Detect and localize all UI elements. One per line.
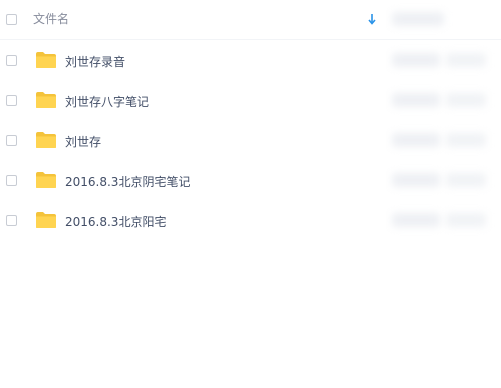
list-item[interactable]: 刘世存录音 — [0, 40, 386, 80]
row-checkbox[interactable] — [6, 94, 17, 106]
folder-icon — [36, 132, 56, 148]
blurred-cell — [446, 133, 486, 147]
blurred-header-label — [392, 12, 444, 26]
blurred-cell — [392, 173, 440, 187]
folder-icon — [36, 172, 56, 188]
file-name[interactable]: 刘世存八字笔记 — [65, 93, 149, 110]
blurred-details-column — [386, 0, 501, 240]
blurred-cell — [392, 53, 440, 67]
blurred-column-header — [386, 0, 501, 40]
folder-icon — [36, 212, 56, 228]
blurred-cell — [392, 213, 440, 227]
folder-icon — [36, 92, 56, 108]
file-list: 文件名 刘世存录音 刘世存八字笔记 刘世存 2016.8.3北京阴宅笔记 201… — [0, 0, 386, 240]
row-checkbox[interactable] — [6, 174, 17, 186]
row-checkbox[interactable] — [6, 214, 17, 226]
list-item[interactable]: 刘世存八字笔记 — [0, 80, 386, 120]
blurred-cell — [446, 53, 486, 67]
folder-icon — [36, 52, 56, 68]
list-item[interactable]: 刘世存 — [0, 120, 386, 160]
blurred-cell — [446, 93, 486, 107]
row-checkbox[interactable] — [6, 54, 17, 66]
blurred-cell — [392, 93, 440, 107]
blurred-cell — [446, 173, 486, 187]
list-item[interactable]: 2016.8.3北京阴宅笔记 — [0, 160, 386, 200]
list-item[interactable]: 2016.8.3北京阳宅 — [0, 200, 386, 240]
column-header-filename[interactable]: 文件名 — [33, 10, 69, 27]
select-all-checkbox[interactable] — [6, 14, 17, 25]
file-name[interactable]: 刘世存 — [65, 133, 101, 150]
row-checkbox[interactable] — [6, 134, 17, 146]
file-name[interactable]: 2016.8.3北京阴宅笔记 — [65, 173, 190, 190]
file-name[interactable]: 2016.8.3北京阳宅 — [65, 213, 166, 230]
blurred-cell — [446, 213, 486, 227]
file-list-header: 文件名 — [0, 0, 386, 40]
file-name[interactable]: 刘世存录音 — [65, 53, 125, 70]
arrow-down-icon[interactable] — [368, 13, 376, 25]
blurred-cell — [392, 133, 440, 147]
